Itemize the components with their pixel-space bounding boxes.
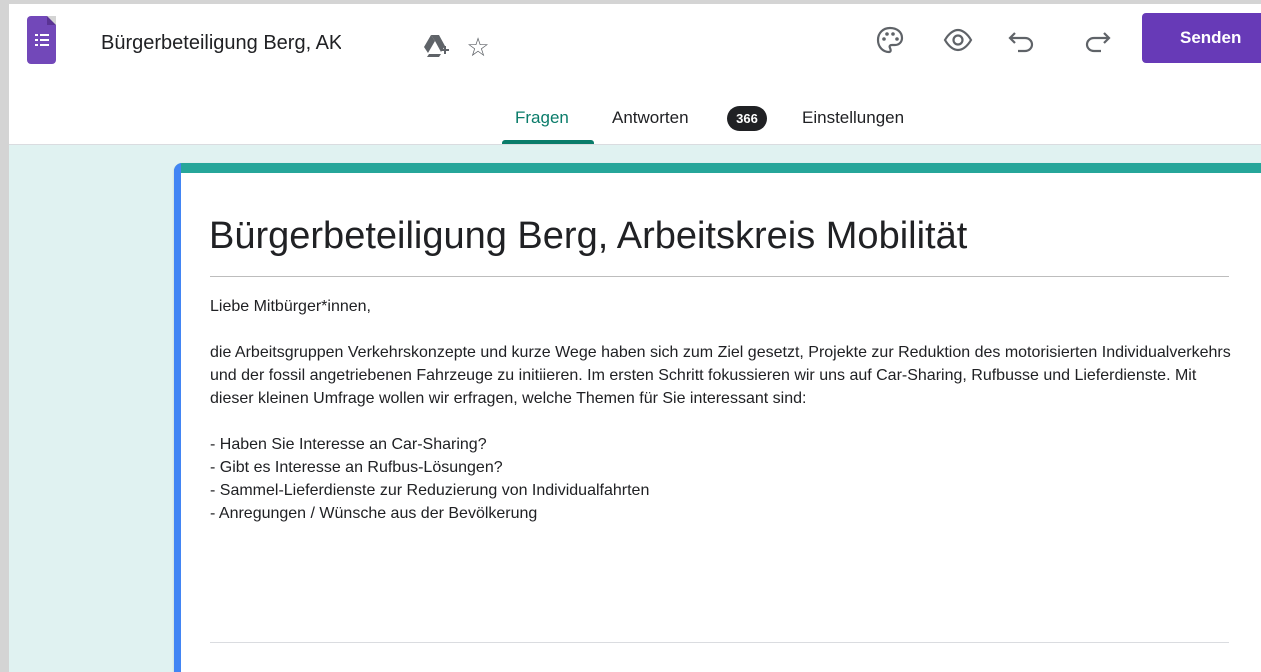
forms-editor-window: Bürgerbeteiligung Berg, AK Mobilität ☆ — [9, 4, 1261, 672]
undo-icon[interactable] — [1004, 22, 1040, 58]
palette-icon[interactable] — [872, 22, 908, 58]
responses-count-badge: 366 — [727, 106, 767, 131]
description-topic: - Haben Sie Interesse an Car-Sharing? — [210, 436, 487, 453]
card-accent-top — [174, 163, 1261, 173]
form-header-card[interactable]: Bürgerbeteiligung Berg, Arbeitskreis Mob… — [174, 163, 1261, 672]
preview-eye-icon[interactable] — [940, 22, 976, 58]
star-icon[interactable]: ☆ — [463, 32, 493, 62]
description-topic: - Sammel-Lieferdienste zur Reduzierung v… — [210, 482, 650, 499]
tab-questions[interactable]: Fragen — [515, 108, 569, 144]
form-canvas: Bürgerbeteiligung Berg, Arbeitskreis Mob… — [9, 145, 1261, 672]
description-intro: die Arbeitsgruppen Verkehrskonzepte und … — [210, 344, 1231, 407]
top-app-bar: Bürgerbeteiligung Berg, AK Mobilität ☆ — [9, 4, 1261, 145]
drive-move-icon[interactable] — [422, 34, 450, 58]
active-tab-indicator — [502, 140, 594, 144]
title-divider — [210, 276, 1229, 277]
description-divider — [210, 642, 1229, 643]
tab-settings[interactable]: Einstellungen — [802, 108, 904, 144]
card-accent-left — [174, 163, 181, 672]
tab-responses[interactable]: Antworten — [612, 108, 689, 144]
redo-icon[interactable] — [1079, 22, 1115, 58]
form-title-field[interactable]: Bürgerbeteiligung Berg, Arbeitskreis Mob… — [209, 215, 967, 258]
form-description-field[interactable]: Liebe Mitbürger*innen, die Arbeitsgruppe… — [210, 295, 1234, 525]
forms-app-icon[interactable] — [27, 16, 56, 64]
document-title[interactable]: Bürgerbeteiligung Berg, AK Mobilität — [101, 32, 341, 55]
description-greeting: Liebe Mitbürger*innen, — [210, 298, 371, 315]
description-topic: - Gibt es Interesse an Rufbus-Lösungen? — [210, 459, 503, 476]
send-button[interactable]: Senden — [1142, 13, 1261, 63]
description-topic: - Anregungen / Wünsche aus der Bevölkeru… — [210, 505, 538, 522]
